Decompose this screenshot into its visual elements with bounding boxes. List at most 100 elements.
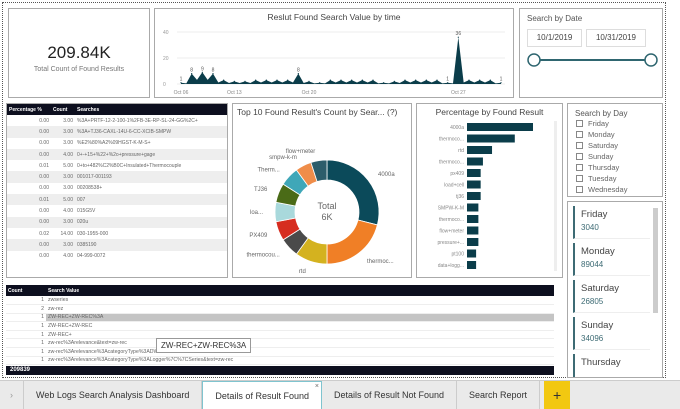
search-table[interactable]: Percentage % Count Searches 0.00 3.00 %3A+…: [6, 103, 228, 278]
day-card[interactable]: Friday 3040: [573, 206, 650, 239]
day-card-list[interactable]: Friday 3040 Monday 89044 Saturday 26805 Sunday…: [567, 201, 663, 378]
table-row[interactable]: 0.01 5.00 007: [7, 194, 227, 206]
checkbox[interactable]: [576, 120, 583, 127]
tab-search-report[interactable]: Search Report: [457, 381, 541, 409]
checkbox[interactable]: [576, 186, 583, 193]
end-date-input[interactable]: 10/31/2019: [586, 29, 646, 47]
data-point[interactable]: [233, 80, 235, 82]
start-date-input[interactable]: 10/1/2019: [527, 29, 582, 47]
data-point[interactable]: [244, 80, 246, 82]
close-tab-icon[interactable]: ×: [315, 383, 319, 390]
day-option-saturday[interactable]: Saturday: [568, 140, 662, 151]
line-chart[interactable]: Reslut Found Search Value by time 0 20 40 O…: [154, 8, 514, 98]
day-card[interactable]: Saturday 26805: [573, 280, 650, 313]
day-option-thursday[interactable]: Thursday: [568, 162, 662, 173]
bar[interactable]: [467, 146, 493, 154]
data-point[interactable]: [351, 79, 353, 81]
table-row[interactable]: 0.02 14.00 030-1955-000: [7, 228, 227, 239]
day-card[interactable]: Monday 89044: [573, 243, 650, 276]
slider-start-handle[interactable]: [527, 53, 541, 67]
data-point[interactable]: [319, 82, 321, 84]
data-point[interactable]: [372, 79, 374, 81]
data-point[interactable]: [468, 79, 470, 81]
tab-details-of-result-not-found[interactable]: Details of Result Not Found: [322, 381, 458, 409]
bar[interactable]: [467, 261, 477, 269]
column-header-count[interactable]: Count: [6, 285, 46, 296]
table-row[interactable]: 2 zw-rez: [6, 304, 554, 314]
add-page-button[interactable]: +: [544, 381, 571, 409]
table-row[interactable]: 0.00 3.00 00208538+: [7, 183, 227, 194]
vertical-scrollbar[interactable]: [653, 208, 658, 313]
bar[interactable]: [467, 157, 483, 166]
data-point[interactable]: [383, 82, 385, 84]
table-row[interactable]: 0.00 3.00 %3A+TJ36-CAXL-14U-6-CC-XCIB-SMPW: [7, 126, 227, 138]
day-card[interactable]: Thursday: [573, 354, 650, 377]
checkbox[interactable]: [576, 153, 583, 160]
data-point[interactable]: [404, 79, 406, 81]
table-row[interactable]: 0.00 3.00 020u: [7, 216, 227, 228]
day-card[interactable]: Sunday 34096: [573, 317, 650, 350]
table-row[interactable]: 1 zw-rec%3Arelevance%3AcategoryType%3ADWR…: [6, 347, 554, 357]
data-point[interactable]: [489, 79, 491, 81]
data-point[interactable]: [276, 79, 278, 81]
day-option-sunday[interactable]: Sunday: [568, 151, 662, 162]
kpi-card[interactable]: 209.84K Total Count of Found Results: [8, 8, 150, 98]
data-point[interactable]: [287, 79, 289, 81]
data-point[interactable]: [361, 79, 363, 81]
tab-scroll-left[interactable]: ›: [0, 381, 24, 409]
checkbox[interactable]: [576, 175, 583, 182]
bar[interactable]: [467, 180, 481, 189]
data-point[interactable]: [255, 79, 257, 81]
table-row[interactable]: 0.00 3.00 %3A+PRTF-12-2-100-1%2FB-3E-RP-SL…: [7, 115, 227, 126]
table-row[interactable]: 1 ZW-REC+: [6, 330, 554, 340]
checkbox[interactable]: [576, 142, 583, 149]
table-row[interactable]: 0.00 4.00 04-999-0072: [7, 251, 227, 262]
tab-details-of-result-found[interactable]: Details of Result Found ×: [202, 381, 322, 409]
table-row[interactable]: 0.01 5.00 0+to+482%C2%B0C+Insulated+Thermo…: [7, 160, 227, 171]
day-option-friday[interactable]: Friday: [568, 118, 662, 129]
table-row[interactable]: 1 zw-rec%3Arelevance%3AcategoryType%3ALog…: [6, 356, 554, 366]
data-point[interactable]: [329, 79, 331, 81]
donut-slice[interactable]: [326, 159, 380, 226]
table-row[interactable]: 0.00 4.00 0+-+15+%22+%2o+pressure+gage: [7, 148, 227, 161]
bar-chart[interactable]: Percentage by Found Result 0 4000athermo…: [416, 103, 563, 278]
bar[interactable]: [467, 192, 481, 200]
data-point[interactable]: [436, 79, 438, 81]
day-slicer[interactable]: Search by Day Friday Monday Saturday Sunday…: [567, 103, 663, 197]
data-point[interactable]: [393, 80, 395, 82]
day-option-tuesday[interactable]: Tuesday: [568, 173, 662, 184]
bar[interactable]: [467, 203, 479, 212]
data-point[interactable]: [340, 79, 342, 81]
checkbox[interactable]: [576, 164, 583, 171]
column-header-searches[interactable]: Searches: [75, 104, 227, 115]
table-row[interactable]: 1 ZW-REC+ZW-REC: [6, 321, 554, 331]
data-point[interactable]: [223, 79, 225, 81]
table-row[interactable]: 0.00 3.00 0385190: [7, 239, 227, 251]
table-row[interactable]: 1 ZW-REC+ZW-REC%3A: [6, 313, 554, 323]
data-point[interactable]: [308, 80, 310, 82]
tab-web-logs-search-analysis-dashboard[interactable]: Web Logs Search Analysis Dashboard: [24, 381, 203, 409]
bar[interactable]: [467, 249, 477, 258]
bar[interactable]: [467, 215, 479, 223]
day-option-wednesday[interactable]: Wednesday: [568, 184, 662, 195]
data-point[interactable]: [425, 79, 427, 81]
data-point[interactable]: [265, 79, 267, 81]
table-row[interactable]: 0.00 3.00 001017-001193: [7, 171, 227, 183]
column-header-search-value[interactable]: Search Value: [46, 285, 554, 296]
donut-slice[interactable]: [326, 219, 378, 265]
table-row[interactable]: 1 zwseries: [6, 296, 554, 306]
bar[interactable]: [467, 169, 481, 177]
table-row[interactable]: 1 zw-rec%3Arelevance&text=zw-rec: [6, 338, 554, 349]
date-range-slider[interactable]: [520, 46, 663, 76]
checkbox[interactable]: [576, 131, 583, 138]
column-header-count[interactable]: Count: [51, 104, 75, 115]
vertical-scrollbar[interactable]: [554, 121, 557, 271]
table-row[interactable]: 0.00 4.00 015G5V: [7, 205, 227, 216]
data-point[interactable]: [479, 79, 481, 81]
day-option-monday[interactable]: Monday: [568, 129, 662, 140]
bar[interactable]: [467, 238, 479, 246]
bar[interactable]: [467, 123, 533, 131]
slider-end-handle[interactable]: [644, 53, 658, 67]
bar[interactable]: [467, 134, 515, 143]
bar[interactable]: [467, 226, 479, 235]
